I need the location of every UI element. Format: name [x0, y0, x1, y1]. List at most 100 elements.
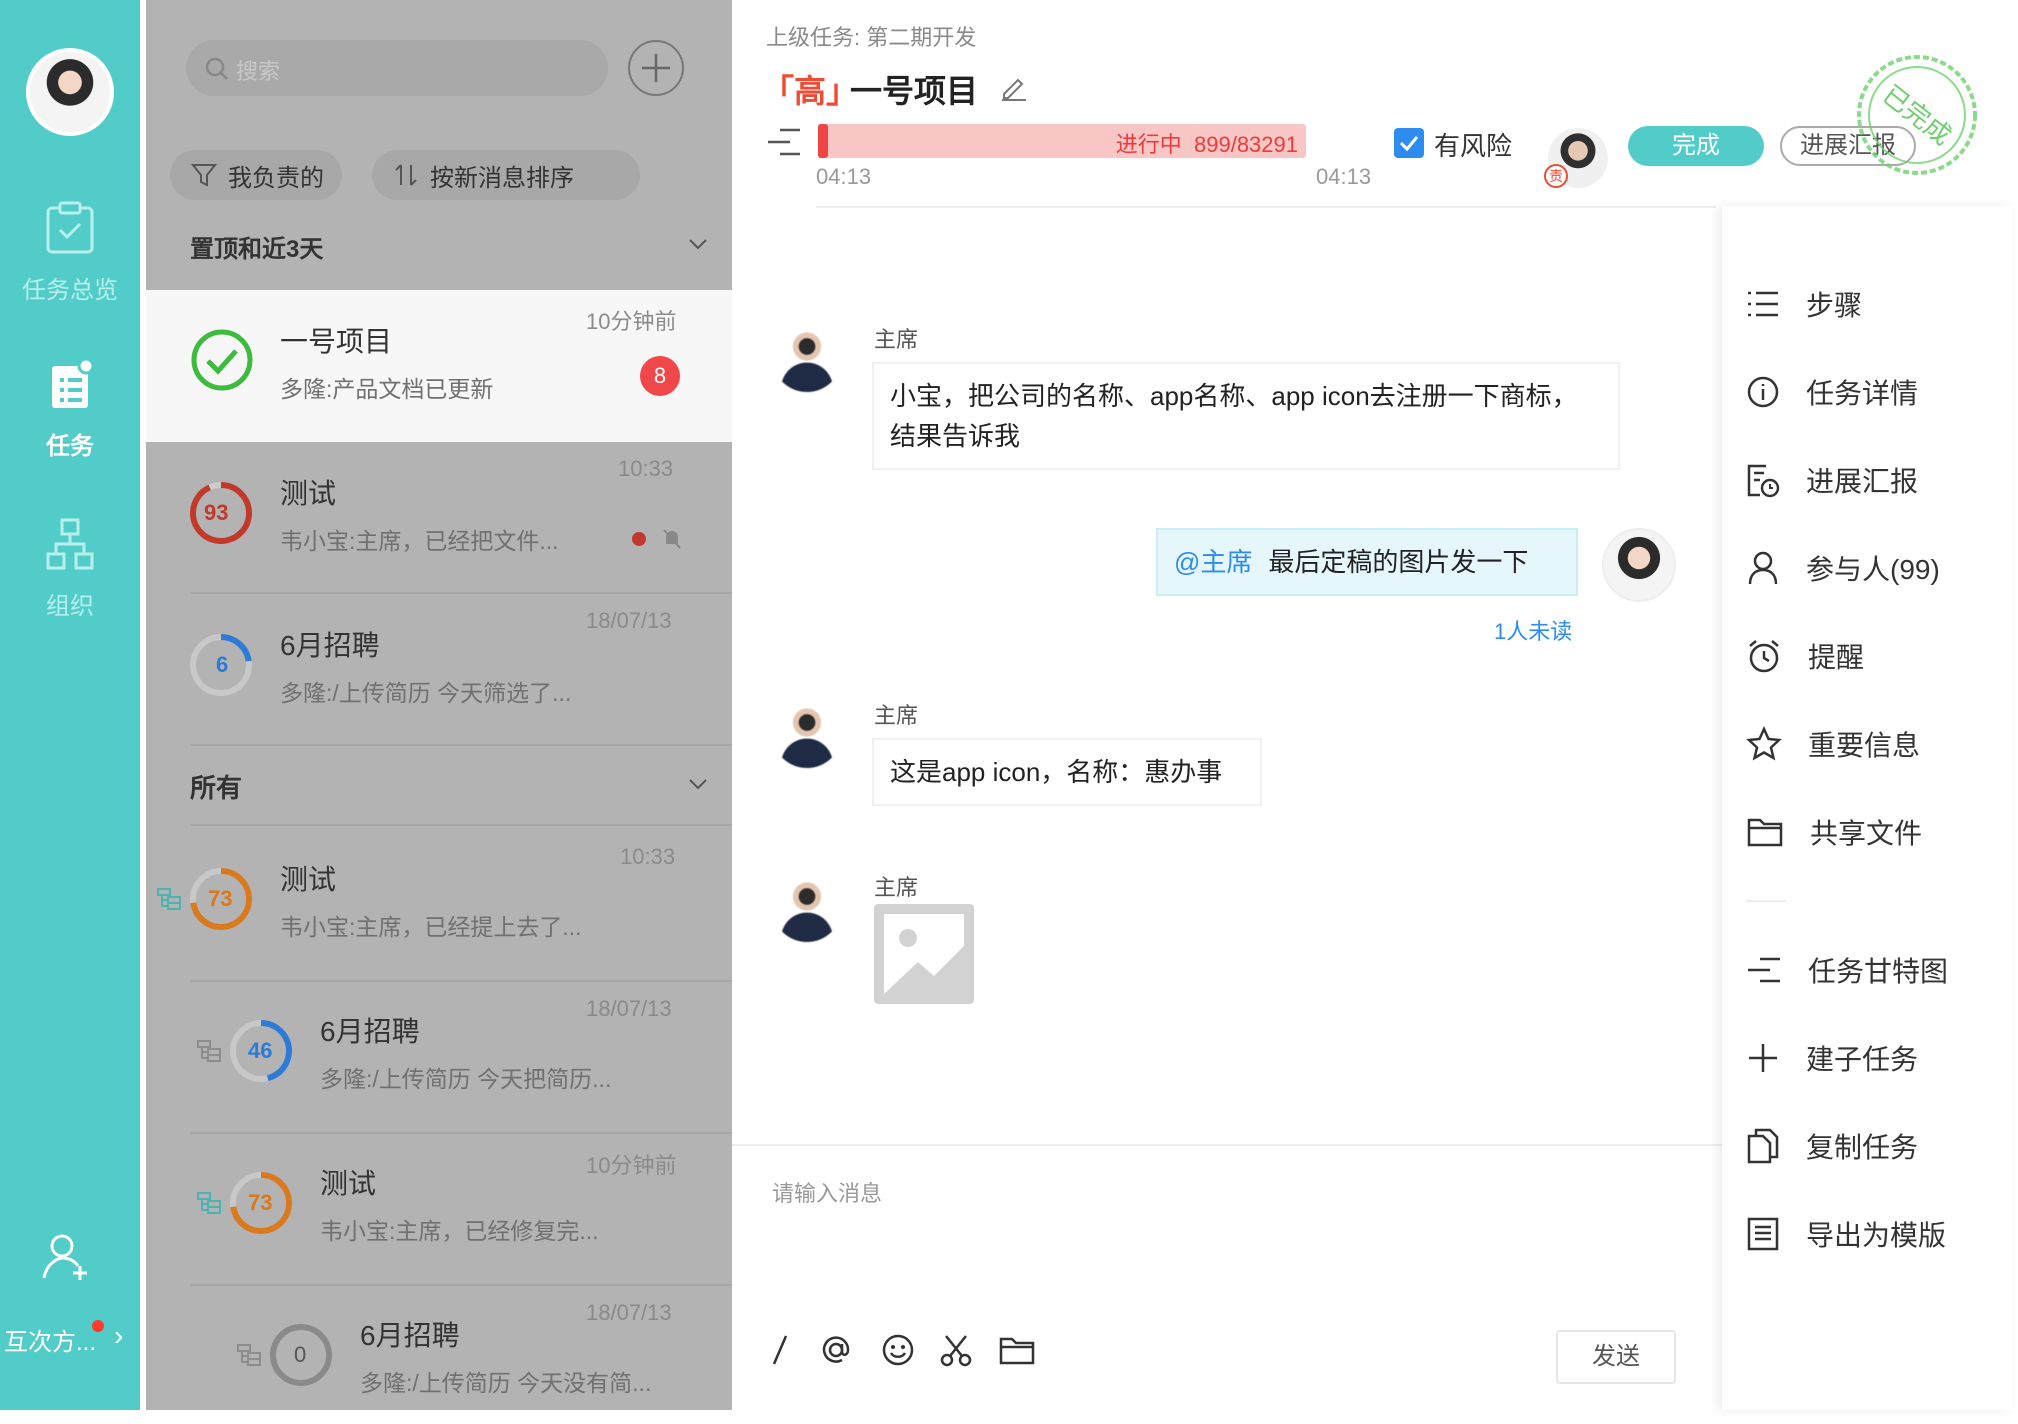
menu-progress-report[interactable]: 进展汇报 — [1746, 450, 1918, 510]
app-window: 任务总览 任务 组织 互次方... › 搜索 我负责的 按新消息排序 置顶和近3… — [0, 0, 2018, 1424]
group-all-header[interactable]: 所有 — [146, 746, 732, 826]
menu-task-detail[interactable]: 任务详情 — [1746, 362, 1918, 422]
task-item-selected[interactable]: 一号项目 多隆:产品文档已更新 10分钟前 8 — [146, 290, 732, 442]
risk-checkbox[interactable] — [1394, 128, 1424, 158]
sort-by-new-message[interactable]: 按新消息排序 — [372, 150, 640, 200]
task-progress-text: 进行中 899/83291 — [1116, 127, 1298, 159]
message-composer[interactable]: 请输入消息 发送 — [732, 1144, 1722, 1410]
task-side-menu: 步骤 任务详情 进展汇报 参与人(99) 提醒 重要信息 共享文件 任务甘特图 … — [1722, 206, 2012, 1410]
mention-icon[interactable] — [818, 1332, 854, 1368]
task-progress-fill — [818, 124, 828, 158]
menu-steps[interactable]: 步骤 — [1746, 274, 1862, 334]
slash-command-icon[interactable] — [766, 1332, 796, 1368]
team-switcher[interactable]: 互次方... — [4, 1322, 96, 1357]
menu-label: 共享文件 — [1810, 818, 1923, 849]
sender-name: 主席 — [874, 327, 919, 352]
menu-important-info[interactable]: 重要信息 — [1746, 714, 1920, 774]
complete-button[interactable]: 完成 — [1628, 126, 1764, 166]
subtask-icon — [197, 1040, 221, 1062]
person-icon — [1748, 551, 1778, 585]
task-title-heading: 一号项目 — [850, 73, 979, 109]
gantt-icon[interactable] — [766, 126, 802, 158]
user-avatar[interactable] — [26, 48, 114, 136]
task-last-message: 韦小宝:主席，已经把文件... — [280, 528, 559, 554]
task-list-panel: 搜索 我负责的 按新消息排序 置顶和近3天 一号项目 多隆:产品文档已更新 10… — [146, 0, 732, 1410]
task-time: 18/07/13 — [586, 1300, 672, 1325]
org-chart-icon — [46, 518, 94, 570]
task-last-message: 韦小宝:主席，已经修复完... — [320, 1218, 599, 1244]
task-item[interactable]: 0 6月招聘 多隆:/上传简历 今天没有简... 18/07/13 — [146, 1286, 732, 1410]
menu-reminder[interactable]: 提醒 — [1746, 626, 1864, 686]
progress-value: 93 — [204, 500, 229, 525]
invite-user-button[interactable] — [40, 1232, 96, 1287]
filter-mine[interactable]: 我负责的 — [170, 150, 342, 200]
task-last-message: 韦小宝:主席，已经提上去了... — [280, 914, 582, 940]
task-title: 6月招聘 — [320, 1016, 420, 1047]
mention-tag[interactable]: @主席 — [1174, 547, 1252, 577]
sender-avatar[interactable] — [772, 698, 842, 768]
task-title: 6月招聘 — [280, 630, 380, 661]
search-placeholder: 搜索 — [236, 59, 281, 84]
menu-label: 进展汇报 — [1806, 466, 1919, 497]
task-time: 10分钟前 — [586, 1153, 677, 1178]
task-item[interactable]: 6 6月招聘 多隆:/上传简历 今天筛选了... 18/07/13 — [146, 594, 732, 746]
list-icon — [1748, 291, 1778, 317]
sender-avatar[interactable] — [772, 872, 842, 942]
menu-export-template[interactable]: 导出为模版 — [1746, 1204, 1946, 1264]
menu-copy-task[interactable]: 复制任务 — [1746, 1116, 1918, 1176]
filter-mine-label: 我负责的 — [228, 164, 324, 192]
edit-pencil-icon[interactable] — [998, 72, 1028, 102]
plus-icon — [642, 54, 670, 82]
clipboard-check-icon — [46, 201, 94, 254]
menu-label: 复制任务 — [1806, 1132, 1919, 1163]
send-button[interactable]: 发送 — [1556, 1330, 1676, 1384]
left-nav: 任务总览 任务 组织 互次方... › — [0, 0, 140, 1410]
progress-value: 0 — [294, 1342, 307, 1367]
checkmark-icon — [1399, 136, 1419, 152]
chevron-down-icon — [689, 779, 707, 790]
end-time: 04:13 — [1316, 164, 1372, 189]
task-item[interactable]: 73 测试 韦小宝:主席，已经提上去了... 10:33 — [146, 830, 732, 982]
emoji-icon[interactable] — [880, 1332, 916, 1368]
folder-icon[interactable] — [998, 1332, 1036, 1368]
nav-item-tasks[interactable]: 任务 — [0, 356, 140, 461]
sort-icon — [395, 164, 417, 186]
task-item[interactable]: 73 测试 韦小宝:主席，已经修复完... 10分钟前 — [146, 1134, 732, 1286]
report-clock-icon — [1747, 464, 1780, 498]
group-pinned-header[interactable]: 置顶和近3天 — [146, 206, 732, 286]
task-item[interactable]: 93 测试 韦小宝:主席，已经把文件... 10:33 — [146, 442, 732, 594]
stamp-text: 已完成 — [1876, 80, 1956, 152]
task-last-message: 多隆:产品文档已更新 — [280, 376, 494, 402]
message-bubble: 这是app icon，名称：惠办事 — [872, 738, 1262, 806]
check-circle-icon — [191, 329, 253, 391]
nav-item-overview[interactable]: 任务总览 — [0, 200, 140, 305]
nav-item-org[interactable]: 组织 — [0, 516, 140, 621]
folder-icon — [1747, 818, 1783, 847]
start-time: 04:13 — [816, 164, 872, 189]
menu-shared-files[interactable]: 共享文件 — [1746, 802, 1922, 862]
unread-count[interactable]: 1人未读 — [1494, 614, 1572, 646]
scissors-icon[interactable] — [938, 1332, 974, 1368]
task-progress-count: 899/83291 — [1194, 132, 1298, 157]
filter-icon — [190, 164, 218, 187]
unread-badge: 8 — [640, 356, 680, 396]
task-item[interactable]: 46 6月招聘 多隆:/上传简历 今天把简历... 18/07/13 — [146, 982, 732, 1134]
menu-participants[interactable]: 参与人(99) — [1746, 538, 1940, 598]
plus-icon — [1749, 1044, 1777, 1072]
chevron-down-icon — [689, 239, 707, 250]
message-bubble: 小宝，把公司的名称、app名称、app icon去注册一下商标，结果告诉我 — [872, 362, 1620, 470]
search-input[interactable]: 搜索 — [186, 40, 608, 96]
info-icon — [1747, 376, 1779, 408]
risk-label: 有风险 — [1434, 131, 1513, 161]
star-icon — [1746, 726, 1782, 761]
menu-create-subtask[interactable]: 建子任务 — [1746, 1028, 1918, 1088]
group-pinned-label: 置顶和近3天 — [190, 235, 324, 263]
sender-avatar[interactable] — [772, 322, 842, 392]
subtask-icon — [157, 888, 181, 910]
parent-task-link[interactable]: 上级任务: 第二期开发 — [766, 20, 976, 52]
menu-gantt[interactable]: 任务甘特图 — [1746, 940, 1948, 1000]
my-avatar[interactable] — [1602, 528, 1676, 602]
image-attachment[interactable] — [874, 904, 974, 1004]
add-task-button[interactable] — [628, 40, 684, 96]
chevron-right-icon[interactable]: › — [114, 1320, 123, 1352]
